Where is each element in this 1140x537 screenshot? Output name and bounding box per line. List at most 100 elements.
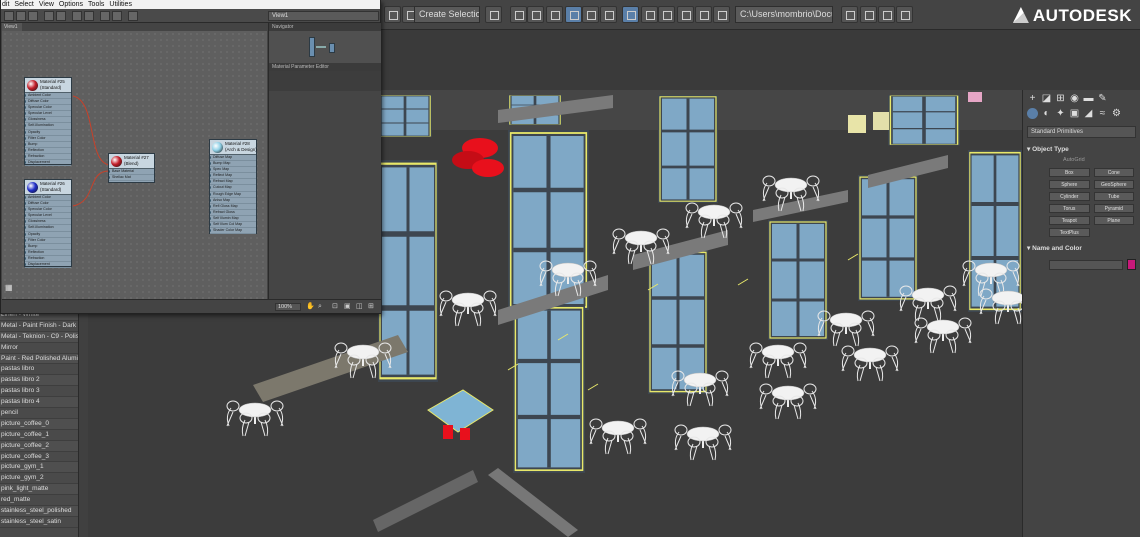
material-list-item[interactable]: picture_coffee_0	[0, 418, 78, 430]
render-icon[interactable]	[695, 6, 712, 23]
folder-icon[interactable]	[878, 6, 895, 23]
material-list-item[interactable]: pastas libro	[0, 364, 78, 376]
folder-icon[interactable]	[860, 6, 877, 23]
node-graph-view[interactable]: Material #25 (Standard) Ambient Color Dif…	[2, 31, 267, 299]
helpers-icon[interactable]: ◢	[1083, 108, 1094, 119]
ribbon-toggle-icon[interactable]	[565, 6, 582, 23]
spacewarps-icon[interactable]: ≈	[1097, 108, 1108, 119]
folder-icon[interactable]	[896, 6, 913, 23]
node-slot[interactable]: Shader Color Map	[210, 228, 256, 235]
node-slot[interactable]: Displacement	[25, 160, 71, 167]
node-slot[interactable]: Shellac Mat	[109, 175, 154, 182]
background-icon[interactable]	[72, 11, 82, 21]
object-name-field[interactable]	[1049, 259, 1123, 270]
pick-material-icon[interactable]	[16, 11, 26, 21]
material-list-item[interactable]: stainless_steel_polished	[0, 506, 78, 517]
cone-button[interactable]: Cone	[1093, 168, 1134, 177]
material-list-item[interactable]: picture_gym_2	[0, 473, 78, 485]
cylinder-button[interactable]: Cylinder	[1049, 192, 1090, 201]
navigator-view[interactable]	[269, 31, 381, 63]
menu-edit[interactable]: dit	[2, 0, 9, 9]
select-tool-icon[interactable]	[4, 11, 14, 21]
zoom-selected-icon[interactable]: ◫	[356, 303, 364, 311]
menu-view[interactable]: View	[39, 0, 54, 9]
material-list-item[interactable]: Paint - Red Polished Aluminum	[0, 353, 78, 365]
navigator-icon[interactable]	[128, 11, 138, 21]
modify-tab-icon[interactable]: ◪	[1041, 93, 1052, 104]
material-list-item[interactable]: Mirror	[0, 343, 78, 354]
cameras-icon[interactable]: ▣	[1069, 108, 1080, 119]
material-editor-icon[interactable]	[622, 6, 639, 23]
material-list-item[interactable]: picture_gym_1	[0, 462, 78, 474]
create-tab-icon[interactable]: +	[1027, 93, 1038, 104]
material-node-27[interactable]: Material #27 (Blend) Base Material Shella…	[108, 153, 155, 183]
object-type-rollout[interactable]: Object Type	[1023, 144, 1140, 156]
material-list-item[interactable]: picture_coffee_3	[0, 452, 78, 463]
menu-options[interactable]: Options	[59, 0, 83, 9]
folder-icon[interactable]	[841, 6, 858, 23]
material-list-item[interactable]: picture_coffee_1	[0, 430, 78, 441]
view-select-dropdown[interactable]: View1	[268, 11, 379, 21]
node-slot[interactable]: Displacement	[25, 262, 71, 269]
material-list-item[interactable]: pastas libro 4	[0, 397, 78, 409]
zoom-field[interactable]: 100%	[275, 303, 301, 311]
assign-material-icon[interactable]	[44, 11, 54, 21]
curve-editor-icon[interactable]	[582, 6, 599, 23]
view-tab[interactable]: View1	[2, 23, 22, 31]
material-list-item[interactable]: pastas libro 3	[0, 386, 78, 398]
shapes-icon[interactable]: ◐	[1041, 108, 1052, 119]
layout-children-icon[interactable]	[112, 11, 122, 21]
layer-explorer-icon[interactable]	[546, 6, 563, 23]
utilities-tab-icon[interactable]: ✎	[1097, 93, 1108, 104]
zoom-extents-icon[interactable]: ▣	[344, 303, 352, 311]
scene-explorer-icon[interactable]	[527, 6, 544, 23]
put-material-icon[interactable]	[28, 11, 38, 21]
menu-utilities[interactable]: Utilities	[109, 0, 132, 9]
systems-icon[interactable]: ⚙	[1111, 108, 1122, 119]
material-list-item[interactable]: Metal - Teknion - C9 - Polishe	[0, 331, 78, 343]
zoom-icon[interactable]: ⌕	[318, 303, 326, 311]
material-node-25[interactable]: Material #25 (Standard) Ambient Color Dif…	[24, 77, 72, 167]
show-map-icon[interactable]	[84, 11, 94, 21]
box-button[interactable]: Box	[1049, 168, 1090, 177]
display-tab-icon[interactable]: ▬	[1083, 93, 1094, 104]
geometry-icon[interactable]	[1027, 108, 1038, 119]
sphere-button[interactable]: Sphere	[1049, 180, 1090, 189]
film-icon[interactable]: ▦	[5, 283, 13, 292]
geosphere-button[interactable]: GeoSphere	[1093, 180, 1134, 189]
lights-icon[interactable]: ✦	[1055, 108, 1066, 119]
material-list-item[interactable]: stainless_steel_satin	[0, 517, 78, 528]
project-path-field[interactable]: C:\Users\mombrio\Documents\3dsMax	[735, 6, 833, 23]
teapot-button[interactable]: Teapot	[1049, 216, 1090, 225]
material-list-item[interactable]: pastas libro 2	[0, 375, 78, 387]
primitive-category-dropdown[interactable]: Standard Primitives	[1027, 126, 1136, 138]
hierarchy-tab-icon[interactable]: ⊞	[1055, 93, 1066, 104]
toolbar-icon[interactable]	[510, 6, 527, 23]
layout-icon[interactable]	[100, 11, 110, 21]
name-and-color-rollout[interactable]: Name and Color	[1023, 243, 1140, 255]
motion-tab-icon[interactable]: ◉	[1069, 93, 1080, 104]
material-list-item[interactable]: Metal - Paint Finish - Dark Gr	[0, 321, 78, 332]
render-setup-icon[interactable]	[641, 6, 658, 23]
material-list-item[interactable]: picture_coffee_2	[0, 440, 78, 452]
material-node-28[interactable]: Material #28 (Arch & Design) Diffuse Map…	[209, 139, 257, 235]
schematic-view-icon[interactable]	[600, 6, 617, 23]
material-list-item[interactable]: pink_light_matte	[0, 484, 78, 496]
pan-hand-icon[interactable]: ✋	[306, 303, 315, 311]
delete-icon[interactable]	[56, 11, 66, 21]
parameter-editor-view[interactable]	[269, 71, 381, 91]
torus-button[interactable]: Torus	[1049, 204, 1090, 213]
render-cloud-icon[interactable]	[713, 6, 730, 23]
toolbar-icon[interactable]	[485, 6, 502, 23]
plane-button[interactable]: Plane	[1093, 216, 1134, 225]
autogrid-checkbox[interactable]: AutoGrid	[1023, 156, 1140, 165]
render-teapot-icon[interactable]	[677, 6, 694, 23]
textplus-button[interactable]: TextPlus	[1049, 228, 1090, 237]
material-list-item[interactable]: red_matte	[0, 495, 78, 507]
zoom-region-icon[interactable]: ⊡	[332, 303, 340, 311]
toolbar-icon[interactable]	[384, 6, 401, 23]
pan-to-selected-icon[interactable]: ⊞	[368, 303, 376, 311]
menu-select[interactable]: Select	[14, 0, 33, 9]
object-color-swatch[interactable]	[1127, 259, 1136, 270]
menu-tools[interactable]: Tools	[88, 0, 104, 9]
